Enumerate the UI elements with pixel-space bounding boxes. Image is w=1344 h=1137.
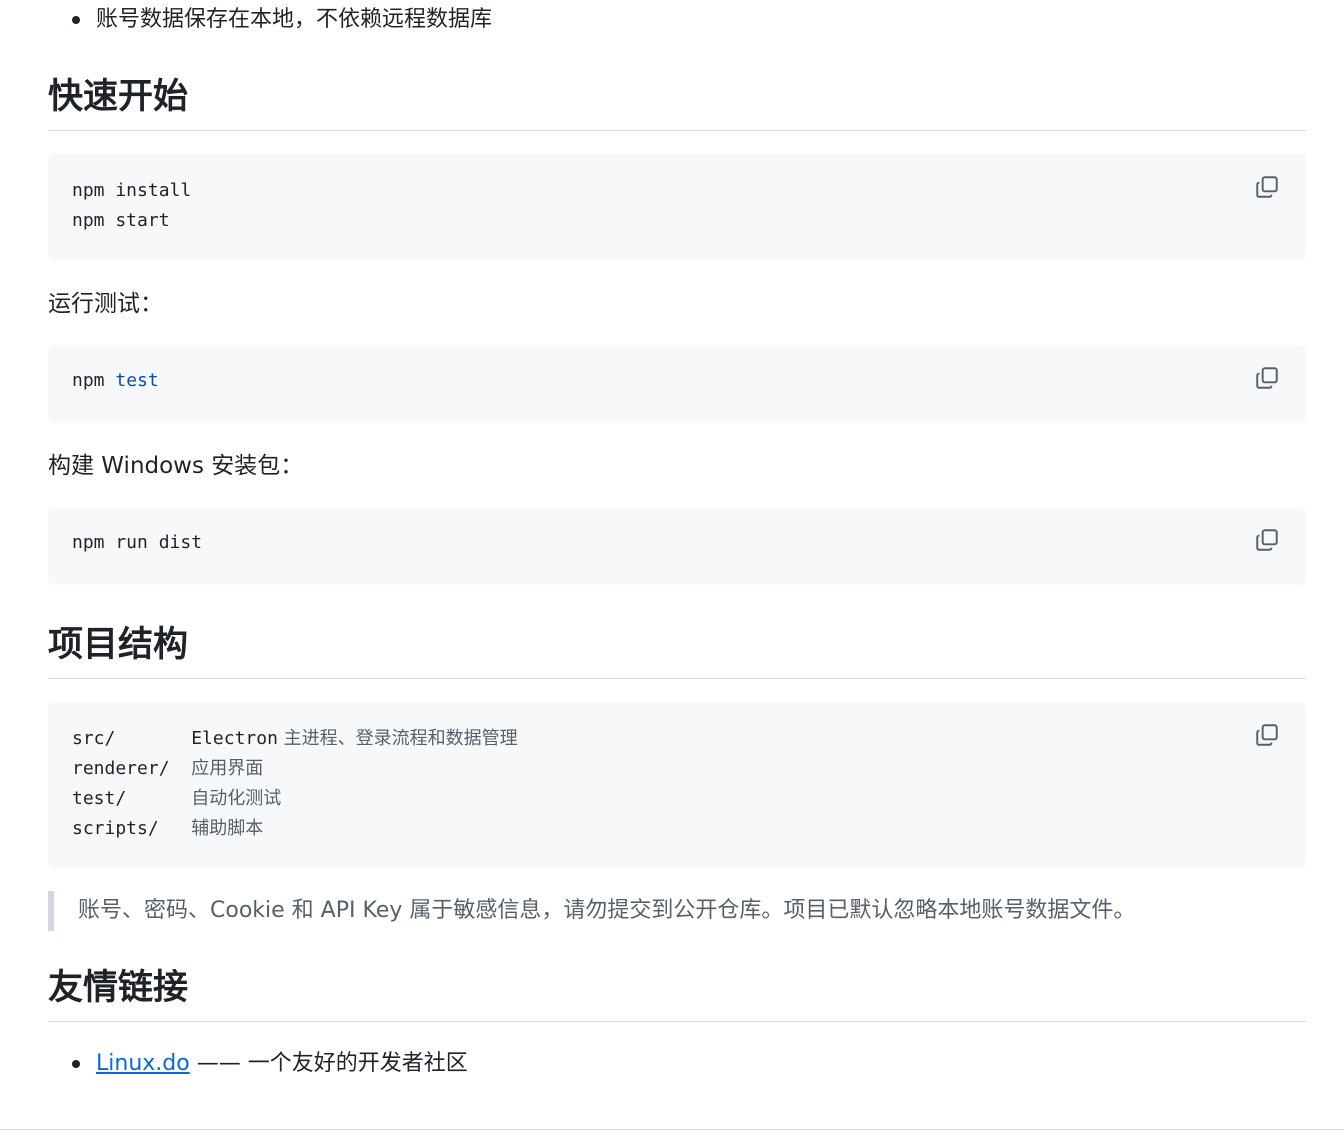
link-description: —— 一个友好的开发者社区 <box>189 1051 468 1076</box>
list-item: 账号数据保存在本地，不依赖远程数据库 <box>48 0 1306 40</box>
intro-bullet-text: 账号数据保存在本地，不依赖远程数据库 <box>96 7 493 32</box>
copy-button[interactable] <box>1254 174 1282 202</box>
code-path: test/ <box>72 788 192 809</box>
test-label: 运行测试： <box>48 291 163 317</box>
code-block-install: npm install npm start <box>48 154 1306 260</box>
code-keyword: test <box>115 370 159 391</box>
copy-icon <box>1256 367 1278 389</box>
copy-icon <box>1256 176 1278 198</box>
code-line: test/ 自动化测试 <box>72 784 1282 814</box>
code-block-structure: src/ Electron 主进程、登录流程和数据管理 renderer/ 应用… <box>48 702 1306 868</box>
code-desc: 辅助脚本 <box>191 818 264 839</box>
code-line: scripts/ 辅助脚本 <box>72 814 1282 844</box>
copy-icon <box>1256 724 1278 746</box>
intro-list: 账号数据保存在本地，不依赖远程数据库 <box>48 0 1306 40</box>
bullet-dot <box>72 16 80 24</box>
code-text: npm <box>72 370 116 391</box>
code-mono-desc: Electron <box>191 728 278 749</box>
code-line: src/ Electron 主进程、登录流程和数据管理 <box>72 724 1282 754</box>
readme-page: 账号数据保存在本地，不依赖远程数据库 快速开始 npm install npm … <box>0 0 1344 1137</box>
section-heading-links: 友情链接 <box>48 963 1306 1022</box>
page-divider <box>0 1129 1344 1130</box>
code-line: renderer/ 应用界面 <box>72 754 1282 784</box>
notice-text: 账号、密码、Cookie 和 API Key 属于敏感信息，请勿提交到公开仓库。… <box>78 898 1136 923</box>
code-line: npm run dist <box>72 532 203 553</box>
section-heading-quickstart: 快速开始 <box>48 72 1306 131</box>
copy-icon <box>1256 529 1278 551</box>
code-path: renderer/ <box>72 758 192 779</box>
list-item: Linux.do —— 一个友好的开发者社区 <box>48 1044 1306 1084</box>
bullet-dot <box>72 1060 80 1068</box>
notice-blockquote: 账号、密码、Cookie 和 API Key 属于敏感信息，请勿提交到公开仓库。… <box>48 891 1306 931</box>
code-line: npm start <box>72 210 170 231</box>
code-desc: 主进程、登录流程和数据管理 <box>277 728 518 749</box>
build-label: 构建 Windows 安装包： <box>48 453 304 479</box>
code-desc: 自动化测试 <box>191 788 282 809</box>
code-desc: 应用界面 <box>191 758 264 779</box>
links-list: Linux.do —— 一个友好的开发者社区 <box>48 1044 1306 1084</box>
code-line: npm test <box>72 366 1282 396</box>
copy-button[interactable] <box>1254 527 1282 555</box>
link-linuxdo[interactable]: Linux.do <box>96 1051 190 1076</box>
section-heading-structure: 项目结构 <box>48 620 1306 679</box>
code-line: npm install <box>72 180 192 201</box>
code-path: src/ <box>72 728 192 749</box>
code-path: scripts/ <box>72 818 192 839</box>
code-block-build: npm run dist <box>48 507 1306 585</box>
copy-button[interactable] <box>1254 365 1282 393</box>
copy-button[interactable] <box>1254 722 1282 750</box>
code-block-test: npm test <box>48 345 1306 423</box>
